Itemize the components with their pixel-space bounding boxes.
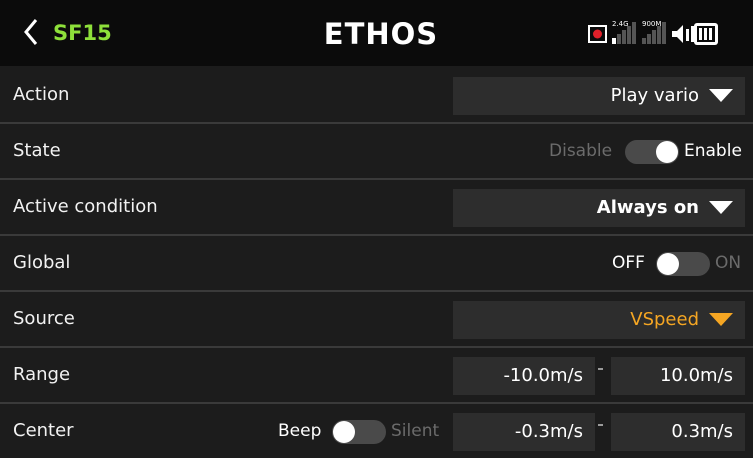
page-title: SF15 <box>53 21 112 45</box>
center-max-value: 0.3m/s <box>671 421 733 442</box>
source-label: Source <box>13 308 75 329</box>
global-toggle-knob <box>657 253 679 275</box>
row-action: Action Play vario <box>0 68 753 124</box>
speaker-icon <box>672 25 689 43</box>
center-toggle[interactable]: Beep Silent <box>270 404 450 458</box>
action-dropdown[interactable]: Play vario <box>453 77 745 115</box>
action-label: Action <box>13 84 70 105</box>
dropdown-arrow-icon <box>709 313 733 326</box>
state-off-text: Disable <box>549 141 613 161</box>
signal-label-24: 2.4G <box>612 20 629 28</box>
center-beep-text: Beep <box>278 421 322 441</box>
source-dropdown[interactable]: VSpeed <box>453 301 745 339</box>
screen: SF15 ETHOS 2.4G 900M Action Play vario S… <box>0 0 753 458</box>
row-global: Global OFF ON <box>0 236 753 292</box>
row-range: Range -10.0m/s 10.0m/s <box>0 348 753 404</box>
header-bar: SF15 ETHOS 2.4G 900M <box>0 0 753 66</box>
state-label: State <box>13 140 61 161</box>
center-min-value: -0.3m/s <box>514 421 583 442</box>
row-state: State Disable Enable <box>0 124 753 180</box>
global-label: Global <box>13 252 71 273</box>
center-min-field[interactable]: -0.3m/s <box>453 413 595 451</box>
signal-bars-icon: 2.4G <box>612 20 636 44</box>
dropdown-arrow-icon <box>709 201 733 214</box>
center-toggle-track[interactable] <box>332 420 386 444</box>
global-toggle[interactable]: OFF ON <box>600 236 750 290</box>
center-toggle-knob <box>333 421 355 443</box>
range-min-field[interactable]: -10.0m/s <box>453 357 595 395</box>
row-source: Source VSpeed <box>0 292 753 348</box>
status-icons: 2.4G 900M <box>588 20 718 45</box>
dropdown-arrow-icon <box>709 89 733 102</box>
range-min-value: -10.0m/s <box>503 365 583 386</box>
logo-text: ETHOS <box>324 17 438 49</box>
global-toggle-track[interactable] <box>656 252 710 276</box>
center-separator <box>598 424 603 426</box>
range-separator <box>598 368 603 370</box>
state-toggle-knob <box>656 141 678 163</box>
row-center: Center Beep Silent -0.3m/s 0.3m/s <box>0 404 753 458</box>
record-icon <box>588 25 607 43</box>
active-condition-label: Active condition <box>13 196 158 217</box>
center-max-field[interactable]: 0.3m/s <box>611 413 745 451</box>
global-on-text: ON <box>715 253 742 273</box>
range-max-value: 10.0m/s <box>659 365 733 386</box>
state-toggle[interactable]: Disable Enable <box>540 124 750 178</box>
row-active-condition: Active condition Always on <box>0 180 753 236</box>
action-value: Play vario <box>610 85 699 106</box>
center-silent-text: Silent <box>391 421 440 441</box>
state-on-text: Enable <box>684 141 742 161</box>
active-condition-value: Always on <box>596 197 699 218</box>
back-chevron-icon[interactable] <box>22 15 40 49</box>
ethos-logo: ETHOS <box>324 17 438 49</box>
center-label: Center <box>13 420 74 441</box>
state-toggle-track[interactable] <box>625 140 679 164</box>
signal-bars-900-icon: 900M <box>642 20 666 44</box>
battery-icon <box>691 23 718 45</box>
global-off-text: OFF <box>612 253 645 273</box>
range-label: Range <box>13 364 71 385</box>
range-max-field[interactable]: 10.0m/s <box>611 357 745 395</box>
source-value: VSpeed <box>630 309 699 330</box>
active-condition-dropdown[interactable]: Always on <box>453 189 745 227</box>
